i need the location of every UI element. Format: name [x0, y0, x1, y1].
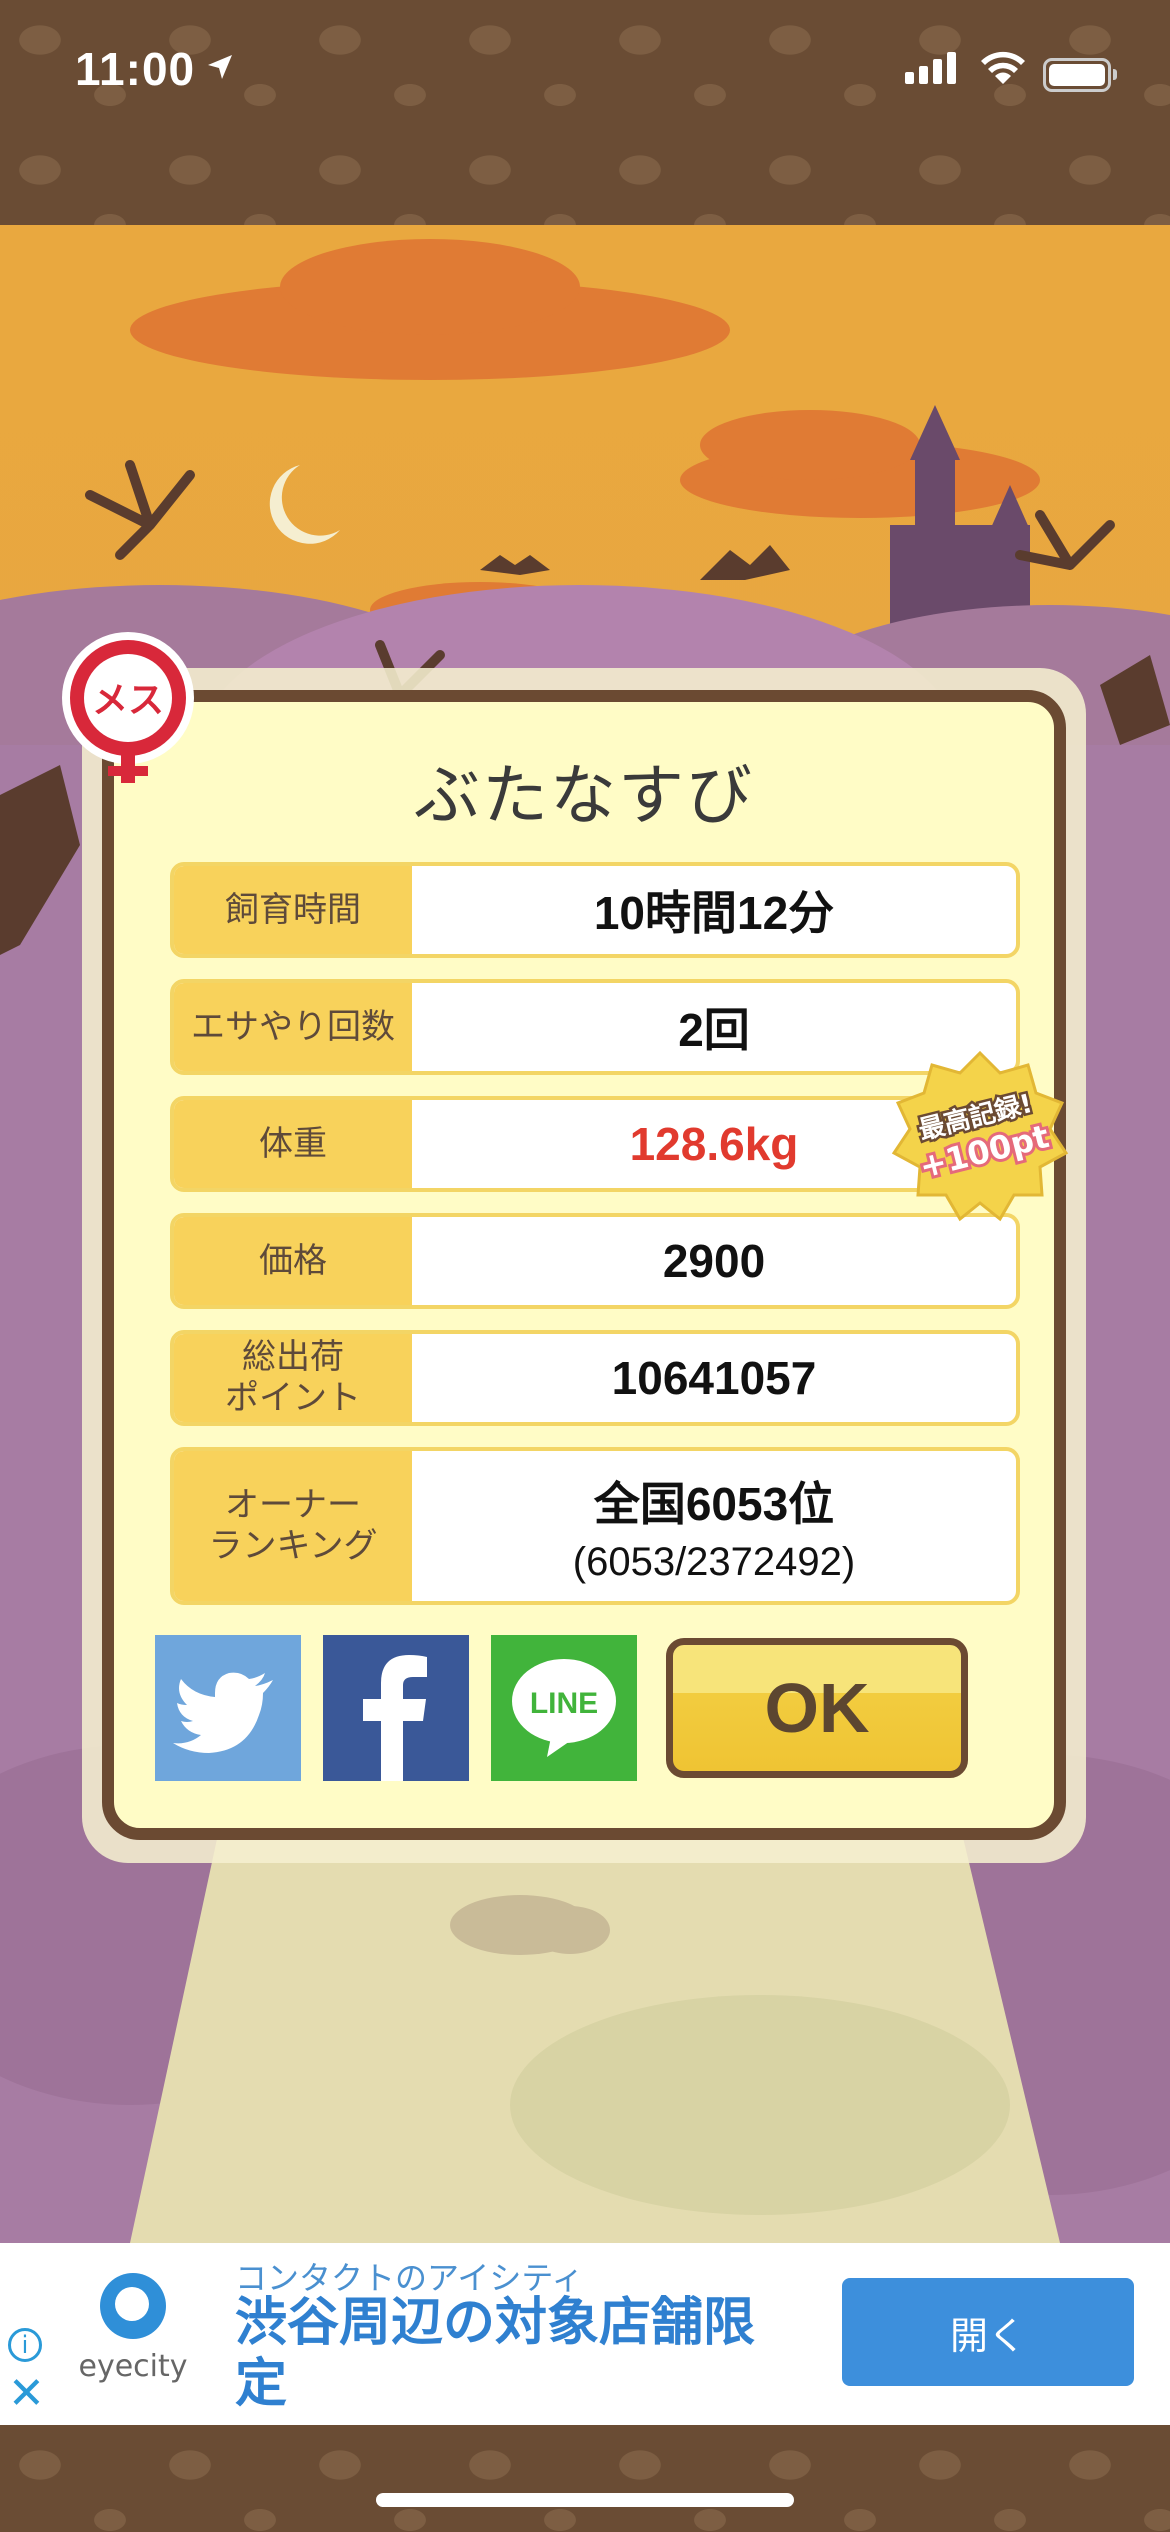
- row-value: 10時間12分: [593, 887, 835, 939]
- row-value: 全国6053位 (6053/2372492): [412, 1451, 1016, 1601]
- twitter-share-button[interactable]: [155, 1635, 301, 1781]
- female-badge-icon: メス: [62, 632, 194, 783]
- ranking-value: 全国6053位: [593, 1477, 835, 1530]
- twitter-icon: [173, 1672, 273, 1753]
- facebook-share-button[interactable]: [323, 1635, 469, 1781]
- location-arrow-icon: [208, 55, 232, 79]
- row-label: エサやり回数: [174, 983, 412, 1071]
- record-badge-icon: 最高記録! +100pt: [891, 1050, 1069, 1222]
- ad-info-icon[interactable]: i: [8, 2328, 42, 2362]
- bottom-background: [0, 2425, 1170, 2532]
- ad-close-icon[interactable]: ✕: [8, 2368, 45, 2419]
- row-label: 飼育時間: [174, 866, 412, 954]
- status-bar: 11:00: [0, 0, 1170, 225]
- ad-banner[interactable]: eyecity コンタクトのアイシティ 渋谷周辺の対象店舗限定 開く i ✕: [0, 2243, 1170, 2425]
- row-shipment-points: 総出荷 ポイント 10641057: [170, 1330, 1020, 1426]
- ad-headline: 渋谷周辺の対象店舗限定: [235, 2293, 756, 2415]
- row-rearing-time: 飼育時間 10時間12分: [170, 862, 1020, 958]
- ranking-detail: (6053/2372492): [572, 1539, 856, 1584]
- battery-icon: [1043, 58, 1117, 92]
- line-label: LINE: [530, 1687, 598, 1720]
- wifi-icon: [981, 51, 1025, 84]
- ad-open-button[interactable]: 開く: [842, 2278, 1134, 2386]
- row-label: 体重: [174, 1100, 412, 1188]
- row-owner-ranking: オーナー ランキング 全国6053位 (6053/2372492): [170, 1447, 1020, 1605]
- row-label: 価格: [174, 1217, 412, 1305]
- eyecity-logo-icon: [100, 2273, 166, 2339]
- row-value: 10641057: [611, 1352, 817, 1404]
- row-label: オーナー ランキング: [174, 1451, 412, 1601]
- line-share-button[interactable]: LINE: [491, 1635, 637, 1781]
- signal-icon: [905, 52, 961, 84]
- row-value: 2900: [662, 1235, 766, 1287]
- row-label: 総出荷 ポイント: [174, 1334, 412, 1422]
- gender-label: メス: [92, 680, 164, 721]
- ok-button[interactable]: OK: [666, 1638, 968, 1778]
- clock: 11:00: [75, 43, 196, 95]
- line-icon: LINE: [512, 1659, 616, 1757]
- pet-name: ぶたなすび: [414, 757, 754, 834]
- home-indicator[interactable]: [376, 2493, 794, 2507]
- ad-logo: eyecity: [60, 2273, 206, 2393]
- facebook-icon: [363, 1655, 427, 1781]
- row-price: 価格 2900: [170, 1213, 1020, 1309]
- ad-brand: eyecity: [78, 2349, 188, 2384]
